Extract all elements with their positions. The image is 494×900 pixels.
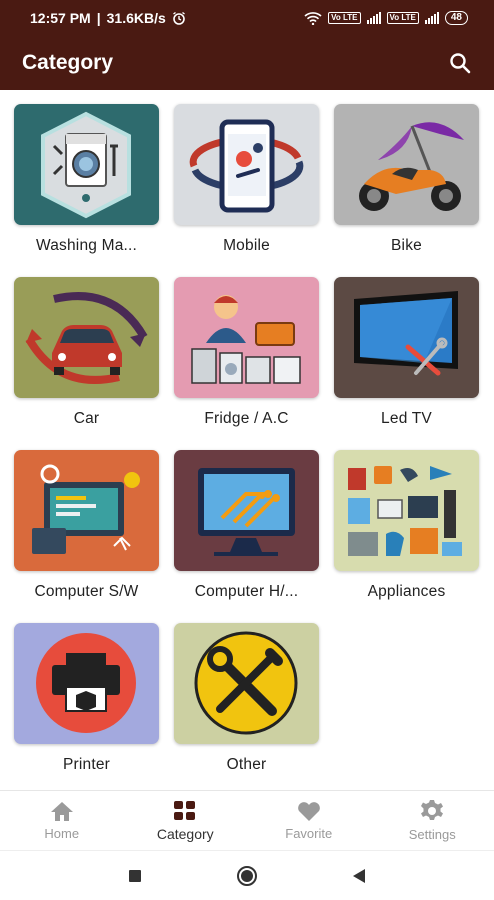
grid-icon [174, 800, 196, 820]
status-bar: 12:57 PM | 31.6KB/s Vo LTE Vo LTE 48 [0, 0, 494, 36]
back-button[interactable] [348, 865, 370, 887]
category-image [14, 623, 159, 744]
category-label: Computer H/... [194, 583, 299, 600]
category-bike[interactable]: Bike [334, 104, 479, 255]
category-label: Appliances [367, 583, 446, 600]
sim2-tag: Vo LTE [386, 12, 419, 24]
heart-icon [297, 802, 320, 821]
category-label: Printer [62, 756, 111, 773]
appliances-icon [348, 466, 462, 556]
nav-label: Home [44, 826, 80, 841]
status-separator: | [96, 10, 101, 26]
car-icon [25, 292, 148, 384]
category-other[interactable]: Other [174, 623, 319, 774]
nav-settings[interactable]: Settings [371, 791, 494, 850]
system-navigation [0, 850, 494, 900]
category-mobile[interactable]: Mobile [174, 104, 319, 255]
category-label: Bike [391, 237, 422, 254]
category-image [174, 277, 319, 398]
alarm-icon [172, 11, 185, 25]
category-label: Computer S/W [34, 583, 139, 600]
top-bar: 12:57 PM | 31.6KB/s Vo LTE Vo LTE 48 Cat… [0, 0, 494, 90]
category-fridge-ac[interactable]: Fridge / A.C [174, 277, 319, 428]
category-label: Fridge / A.C [204, 410, 289, 427]
tools-icon [194, 631, 298, 735]
bottom-navigation: Home Category Favorite Settings [0, 790, 494, 850]
recents-button[interactable] [124, 865, 146, 887]
category-image [334, 104, 479, 225]
circle-icon [237, 865, 257, 886]
bike-icon [359, 122, 464, 211]
wifi-icon [304, 11, 322, 25]
search-icon[interactable] [448, 51, 472, 75]
category-label: Car [73, 410, 100, 427]
computer-hardware-icon [198, 468, 295, 556]
category-image [14, 450, 159, 571]
status-speed: 31.6KB/s [106, 10, 166, 26]
home-icon [50, 802, 73, 821]
home-system-button[interactable] [236, 865, 258, 887]
computer-software-icon [32, 464, 140, 554]
category-label: Other [226, 756, 267, 773]
gear-icon [421, 800, 444, 820]
signal2-icon [424, 12, 439, 24]
category-image [334, 277, 479, 398]
category-image [174, 450, 319, 571]
tv-icon [354, 291, 458, 376]
nav-label: Category [156, 825, 214, 842]
category-printer[interactable]: Printer [14, 623, 159, 774]
mobile-repair-icon [189, 119, 304, 213]
category-computer-software[interactable]: Computer S/W [14, 450, 159, 601]
nav-label: Favorite [285, 826, 333, 841]
category-image [174, 623, 319, 744]
category-car[interactable]: Car [14, 277, 159, 428]
category-computer-hardware[interactable]: Computer H/... [174, 450, 319, 601]
category-washing-machine[interactable]: Washing Ma... [14, 104, 159, 255]
category-image [14, 104, 159, 225]
page-title: Category [22, 51, 114, 74]
sim1-tag: Vo LTE [328, 12, 361, 24]
fridge-ac-icon [191, 295, 301, 384]
screen: 12:57 PM | 31.6KB/s Vo LTE Vo LTE 48 Cat… [0, 0, 494, 900]
square-icon [129, 869, 141, 882]
signal1-icon [366, 12, 381, 24]
back-triangle-icon [353, 868, 365, 883]
printer-icon [36, 633, 136, 733]
category-image [14, 277, 159, 398]
category-appliances[interactable]: Appliances [334, 450, 479, 601]
category-label: Led TV [381, 410, 432, 427]
category-image [174, 104, 319, 225]
nav-home[interactable]: Home [0, 791, 124, 850]
category-label: Washing Ma... [35, 237, 138, 254]
washing-machine-icon [41, 111, 131, 219]
category-label: Mobile [223, 237, 270, 254]
app-bar: Category [0, 36, 494, 90]
category-image [334, 450, 479, 571]
nav-favorite[interactable]: Favorite [247, 791, 371, 850]
status-time: 12:57 PM [30, 10, 91, 26]
category-led-tv[interactable]: Led TV [334, 277, 479, 428]
nav-category[interactable]: Category [124, 791, 248, 850]
nav-label: Settings [408, 827, 456, 842]
battery-indicator: 48 [444, 11, 468, 25]
